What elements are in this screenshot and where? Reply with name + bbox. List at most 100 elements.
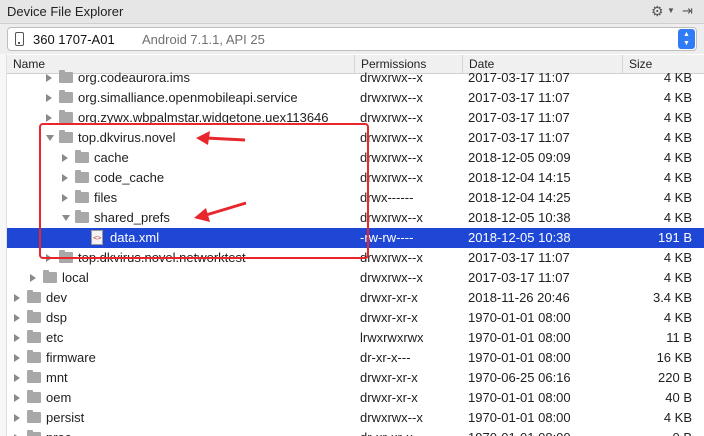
table-row[interactable]: org.simalliance.openmobileapi.service drw… [7,88,704,108]
row-date: 1970-01-01 08:00 [468,390,571,405]
expand-arrow-down-icon[interactable] [46,135,54,141]
table-row[interactable]: top.dkvirus.novel.networktest drwxrwx--x 2… [7,248,704,268]
row-size: 220 B [658,370,692,385]
expand-arrow-right-icon[interactable] [14,354,20,362]
row-size: 4 KB [663,190,692,205]
table-row[interactable]: files drwx------ 2018-12-04 14:25 4 KB [7,188,704,208]
folder-icon [75,190,89,203]
folder-icon [59,110,73,123]
table-row[interactable]: firmware dr-xr-x--- 1970-01-01 08:00 16 KB [7,348,704,368]
row-size: 4 KB [663,410,692,425]
row-date: 2017-03-17 11:07 [468,270,570,285]
hide-panel-icon[interactable]: ⇥ [682,3,693,19]
expand-arrow-right-icon[interactable] [14,394,20,402]
table-row[interactable]: mnt drwxr-xr-x 1970-06-25 06:16 220 B [7,368,704,388]
table-row[interactable]: oem drwxr-xr-x 1970-01-01 08:00 40 B [7,388,704,408]
row-permissions: drwxr-xr-x [360,390,418,405]
table-row[interactable]: dsp drwxr-xr-x 1970-01-01 08:00 4 KB [7,308,704,328]
table-row[interactable]: org.codeaurora.ims drwxrwx--x 2017-03-17 1… [7,68,704,88]
row-date: 2017-03-17 11:07 [468,90,570,105]
folder-icon [75,210,89,223]
expand-arrow-down-icon[interactable] [62,215,70,221]
row-date: 2018-12-05 10:38 [468,230,571,245]
table-row[interactable]: top.dkvirus.novel drwxrwx--x 2017-03-17 11… [7,128,704,148]
row-name: top.dkvirus.novel [78,130,176,145]
expand-arrow-right-icon[interactable] [62,174,68,182]
device-bar: 360 1707-A01 Android 7.1.1, API 25 ▲ ▼ [0,24,704,54]
table-row[interactable]: persist drwxrwx--x 1970-01-01 08:00 4 KB [7,408,704,428]
folder-icon [27,370,41,383]
chevron-down-icon[interactable]: ▼ [667,6,675,15]
select-arrows-icon[interactable]: ▲ ▼ [678,29,695,49]
row-permissions: drwxrwx--x [360,250,423,265]
table-row[interactable]: etc lrwxrwxrwx 1970-01-01 08:00 11 B [7,328,704,348]
row-date: 2018-12-05 09:09 [468,150,571,165]
row-permissions: drwxrwx--x [360,110,423,125]
row-size: 4 KB [663,150,692,165]
row-size: 3.4 KB [652,290,692,305]
row-date: 2017-03-17 11:07 [468,110,570,125]
row-date: 2018-12-04 14:25 [468,190,571,205]
expand-arrow-right-icon[interactable] [14,414,20,422]
device-selector[interactable]: 360 1707-A01 Android 7.1.1, API 25 ▲ ▼ [7,27,697,51]
device-name: 360 1707-A01 [33,32,115,47]
expand-arrow-right-icon[interactable] [46,74,52,82]
table-row[interactable]: data.xml -rw-rw---- 2018-12-05 10:38 191 B [7,228,704,248]
row-permissions: drwxr-xr-x [360,370,418,385]
expand-arrow-right-icon[interactable] [14,294,20,302]
row-size: 4 KB [663,90,692,105]
folder-icon [27,350,41,363]
row-permissions: dr-xr-xr-x [360,430,413,436]
row-size: 0 B [622,430,692,436]
table-row[interactable]: shared_prefs drwxrwx--x 2018-12-05 10:38 4 … [7,208,704,228]
row-name: firmware [46,350,96,365]
row-name: data.xml [110,230,160,245]
table-row[interactable]: proc dr-xr-xr-x 1970-01-01 08:00 0 B [7,428,704,436]
row-date: 1970-01-01 08:00 [468,410,571,425]
row-date: 1970-01-01 08:00 [468,310,571,325]
row-date: 2017-03-17 11:07 [468,130,570,145]
table-row[interactable]: dev drwxr-xr-x 2018-11-26 20:46 3.4 KB [7,288,704,308]
row-permissions: dr-xr-x--- [360,350,411,365]
folder-icon [59,90,73,103]
row-name: shared_prefs [94,210,170,225]
expand-arrow-right-icon[interactable] [14,314,20,322]
expand-arrow-right-icon[interactable] [46,94,52,102]
row-size: 4 KB [663,210,692,225]
row-permissions: drwxrwx--x [360,410,423,425]
row-name: files [94,190,118,205]
row-size: 40 B [665,390,692,405]
table-row[interactable]: local drwxrwx--x 2017-03-17 11:07 4 KB [7,268,704,288]
gear-icon[interactable]: ⚙ [651,3,664,20]
folder-icon [59,130,73,143]
window-title: Device File Explorer [7,4,124,19]
folder-icon [27,290,41,303]
row-permissions: drwxrwx--x [360,170,423,185]
table-row[interactable]: cache drwxrwx--x 2018-12-05 09:09 4 KB [7,148,704,168]
expand-arrow-right-icon[interactable] [62,194,68,202]
expand-arrow-right-icon[interactable] [14,334,20,342]
table-row[interactable]: org.zywx.wbpalmstar.widgetone.uex113646 d… [7,108,704,128]
row-name: org.zywx.wbpalmstar.widgetone.uex113646 [78,110,329,125]
folder-icon [75,170,89,183]
expand-arrow-right-icon[interactable] [30,274,36,282]
row-name: proc [46,430,71,436]
row-size: 4 KB [663,250,692,265]
row-name: mnt [46,370,68,385]
row-name: dsp [46,310,67,325]
device-info: Android 7.1.1, API 25 [142,32,265,47]
row-date: 1970-01-01 08:00 [468,330,571,345]
xml-file-icon [91,230,103,245]
expand-arrow-right-icon[interactable] [46,254,52,262]
phone-icon [15,32,24,46]
table-row[interactable]: code_cache drwxrwx--x 2018-12-04 14:15 4 KB [7,168,704,188]
expand-arrow-right-icon[interactable] [62,154,68,162]
expand-arrow-right-icon[interactable] [14,374,20,382]
expand-arrow-right-icon[interactable] [46,114,52,122]
row-permissions: drwxrwx--x [360,90,423,105]
row-name: cache [94,150,129,165]
folder-icon [27,410,41,423]
folder-icon [75,150,89,163]
row-date: 2018-12-05 10:38 [468,210,571,225]
row-date: 2017-03-17 11:07 [468,250,570,265]
